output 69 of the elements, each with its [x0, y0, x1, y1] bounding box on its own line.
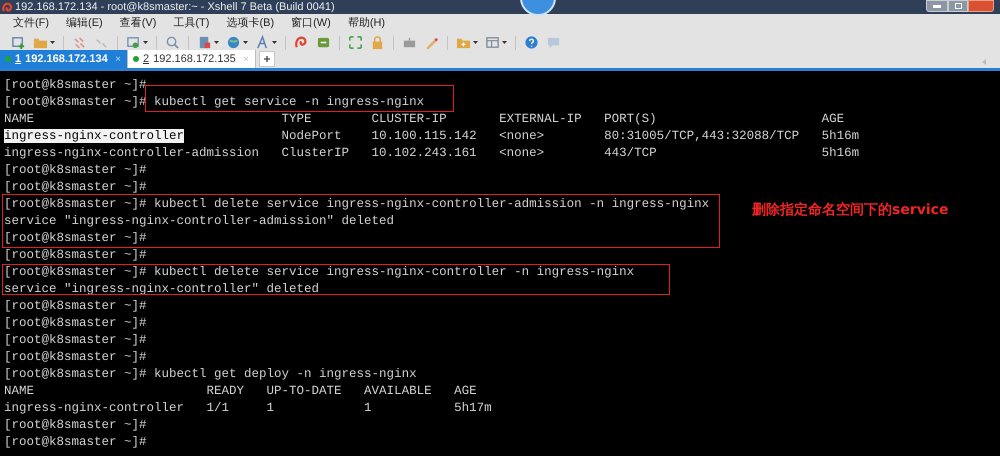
terminal-line: [root@k8smaster ~]#: [4, 248, 147, 262]
window-title: 192.168.172.134 - root@k8smaster:~ - Xshell 7 Beta (Build 0041): [15, 0, 335, 14]
caret-icon: [50, 41, 55, 44]
menu-item[interactable]: 查看(V): [120, 14, 156, 32]
search-button[interactable]: [164, 34, 181, 52]
help-icon: [524, 35, 539, 50]
caret-icon: [502, 41, 507, 44]
terminal-line: NAME TYPE CLUSTER-IP EXTERNAL-IP PORT(S) AGE: [4, 112, 844, 126]
tab-number: 1: [15, 52, 22, 67]
session-tab[interactable]: 2 192.168.172.135 ×: [128, 50, 256, 68]
session-tab[interactable]: 1 192.168.172.134 ×: [0, 50, 128, 68]
app-logo-icon: [2, 2, 13, 12]
terminal-line: [root@k8smaster ~]#: [4, 231, 147, 245]
restore-icon: [954, 3, 962, 9]
caret-icon: [143, 41, 148, 44]
layout-icon: [485, 35, 500, 50]
fullscreen-icon: [348, 35, 363, 50]
search-icon: [165, 35, 180, 50]
terminal-line: [root@k8smaster ~]#: [4, 316, 147, 330]
terminal-line: [root@k8smaster ~]#: [4, 163, 147, 177]
terminal-line: service "ingress-nginx-controller" deleted: [4, 282, 320, 296]
terminal-line: ingress-nginx-controller-admission ClusterIP 10.102.243.161 <none> 443/TCP 5h16m: [4, 146, 860, 160]
lock-icon: [370, 35, 385, 50]
tab-number: 2: [143, 52, 150, 67]
caret-icon: [473, 41, 478, 44]
menu-item[interactable]: 工具(T): [173, 14, 210, 32]
terminal-line: [root@k8smaster ~]# kubectl get deploy -n ingress-nginx: [4, 367, 417, 381]
terminal-line: [root@k8smaster ~]#: [4, 180, 147, 194]
menu-item[interactable]: 选项卡(B): [226, 14, 274, 32]
terminal-line: [root@k8smaster ~]#: [4, 78, 147, 92]
menu-item[interactable]: 窗口(W): [291, 14, 331, 32]
fullscreen-button[interactable]: [347, 34, 364, 52]
maximize-button[interactable]: [948, 0, 968, 12]
terminal-line: service "ingress-nginx-controller-admission" deleted: [4, 214, 394, 228]
caret-icon: [243, 41, 248, 44]
font-button[interactable]: [254, 34, 278, 52]
scroll-left-icon[interactable]: [982, 59, 986, 65]
terminal-line: NAME READY UP-TO-DATE AVAILABLE AGE: [4, 384, 477, 398]
terminal-line: [root@k8smaster ~]# kubectl delete service ingress-nginx-controller -n ingress-nginx: [4, 265, 634, 279]
caret-icon: [214, 41, 219, 44]
new-session-icon: [11, 35, 26, 50]
terminal-line: [root@k8smaster ~]#: [4, 435, 147, 449]
help-button[interactable]: [523, 34, 540, 52]
chat-icon: [546, 35, 561, 50]
menu-item[interactable]: 帮助(H): [348, 14, 386, 32]
tab-label: 192.168.172.134: [25, 52, 108, 67]
terminal-line: ingress-nginx-controller 1/1 1 1 5h17m: [4, 401, 492, 415]
font-icon: [255, 35, 270, 50]
tab-label: 192.168.172.135: [153, 52, 236, 67]
swirl-icon: [294, 35, 309, 50]
close-button[interactable]: [968, 0, 994, 12]
terminal-line: [root@k8smaster ~]#: [4, 299, 147, 313]
terminal-text: NodePort 10.100.115.142 <none> 80:31005/TCP,443:32088/TCP 5h16m: [280, 129, 860, 143]
globe-icon: [226, 35, 241, 50]
minimize-icon: [933, 4, 941, 8]
menu-item[interactable]: 文件(F): [13, 14, 50, 32]
selected-text: ingress-nginx-controller: [4, 129, 184, 143]
properties-icon: [126, 35, 141, 50]
menu-item[interactable]: 编辑(E): [66, 14, 103, 32]
caret-icon: [272, 41, 277, 44]
minimize-button[interactable]: [926, 0, 948, 12]
terminal-line: [root@k8smaster ~]#: [4, 333, 147, 347]
annotation-note: 删除指定命名空间下的service: [752, 201, 948, 219]
new-tab-button[interactable]: +: [259, 51, 275, 67]
terminal-line: [root@k8smaster ~]#: [4, 418, 147, 432]
pen-icon: [424, 35, 439, 50]
terminal-line: [root@k8smaster ~]#: [4, 350, 147, 364]
terminal-line: [root@k8smaster ~]# kubectl delete service ingress-nginx-controller-admission -n ingress-nginx: [4, 197, 710, 211]
terminal-line: [root@k8smaster ~]# kubectl get service -n ingress-nginx: [4, 95, 424, 109]
